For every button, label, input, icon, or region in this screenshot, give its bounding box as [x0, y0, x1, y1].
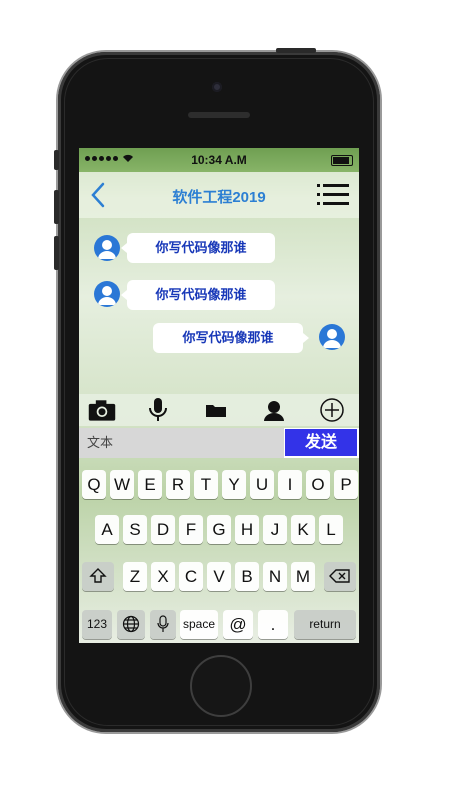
message-bubble[interactable]: 你写代码像那谁	[153, 323, 309, 353]
key-r[interactable]: R	[166, 470, 190, 499]
front-camera	[212, 82, 222, 92]
microphone-icon[interactable]	[143, 397, 173, 423]
status-time: 10:34 A.M	[191, 153, 247, 167]
globe-key[interactable]	[117, 610, 145, 639]
return-key[interactable]: return	[294, 610, 356, 639]
screen: 10:34 A.M 软件工程2019 你写代码像那谁 你写代码像那谁 你写代码像…	[79, 148, 359, 643]
space-key[interactable]: space	[180, 610, 218, 639]
send-button[interactable]: 发送	[285, 429, 357, 456]
key-z[interactable]: Z	[123, 562, 147, 591]
key-f[interactable]: F	[179, 515, 203, 544]
message-bubble[interactable]: 你写代码像那谁	[121, 280, 275, 310]
avatar-icon[interactable]	[319, 324, 345, 350]
keyboard: Q W E R T Y U I O P A S D F G H J K L Z …	[79, 460, 359, 643]
contact-icon[interactable]	[259, 397, 289, 423]
key-h[interactable]: H	[235, 515, 259, 544]
shift-icon	[89, 568, 107, 583]
key-t[interactable]: T	[194, 470, 218, 499]
menu-icon[interactable]	[317, 182, 349, 208]
key-q[interactable]: Q	[82, 470, 106, 499]
mute-switch	[54, 150, 59, 170]
key-m[interactable]: M	[291, 562, 315, 591]
key-k[interactable]: K	[291, 515, 315, 544]
backspace-key[interactable]	[324, 562, 356, 591]
avatar-icon[interactable]	[94, 235, 120, 261]
key-e[interactable]: E	[138, 470, 162, 499]
attachment-toolbar	[79, 394, 359, 426]
key-w[interactable]: W	[110, 470, 134, 499]
camera-icon[interactable]	[87, 397, 117, 423]
volume-down-button	[54, 236, 59, 270]
key-u[interactable]: U	[250, 470, 274, 499]
key-o[interactable]: O	[306, 470, 330, 499]
at-key[interactable]: @	[223, 610, 253, 639]
power-button	[276, 48, 316, 53]
key-y[interactable]: Y	[222, 470, 246, 499]
shift-key[interactable]	[82, 562, 114, 591]
home-button[interactable]	[190, 655, 252, 717]
key-g[interactable]: G	[207, 515, 231, 544]
chat-title: 软件工程2019	[172, 189, 266, 206]
key-i[interactable]: I	[278, 470, 302, 499]
backspace-icon	[329, 569, 350, 583]
key-b[interactable]: B	[235, 562, 259, 591]
key-v[interactable]: V	[207, 562, 231, 591]
numbers-key[interactable]: 123	[82, 610, 112, 639]
key-l[interactable]: L	[319, 515, 343, 544]
volume-up-button	[54, 190, 59, 224]
add-icon[interactable]	[317, 397, 347, 423]
dot-key[interactable]: .	[258, 610, 288, 639]
key-p[interactable]: P	[334, 470, 358, 499]
key-c[interactable]: C	[179, 562, 203, 591]
earpiece-speaker	[188, 112, 250, 118]
status-bar: 10:34 A.M	[79, 148, 359, 172]
key-n[interactable]: N	[263, 562, 287, 591]
chat-header: 软件工程2019	[79, 172, 359, 218]
message-composer: 文本 发送	[79, 428, 359, 458]
dictation-key[interactable]	[150, 610, 176, 639]
key-x[interactable]: X	[151, 562, 175, 591]
globe-icon	[122, 615, 140, 633]
key-s[interactable]: S	[123, 515, 147, 544]
battery-icon	[331, 155, 353, 166]
key-a[interactable]: A	[95, 515, 119, 544]
avatar-icon[interactable]	[94, 281, 120, 307]
microphone-key-icon	[157, 615, 169, 632]
key-d[interactable]: D	[151, 515, 175, 544]
message-input[interactable]: 文本	[79, 428, 284, 458]
folder-icon[interactable]	[201, 397, 231, 423]
back-chevron-icon[interactable]	[87, 180, 111, 210]
message-bubble[interactable]: 你写代码像那谁	[121, 233, 275, 263]
key-j[interactable]: J	[263, 515, 287, 544]
